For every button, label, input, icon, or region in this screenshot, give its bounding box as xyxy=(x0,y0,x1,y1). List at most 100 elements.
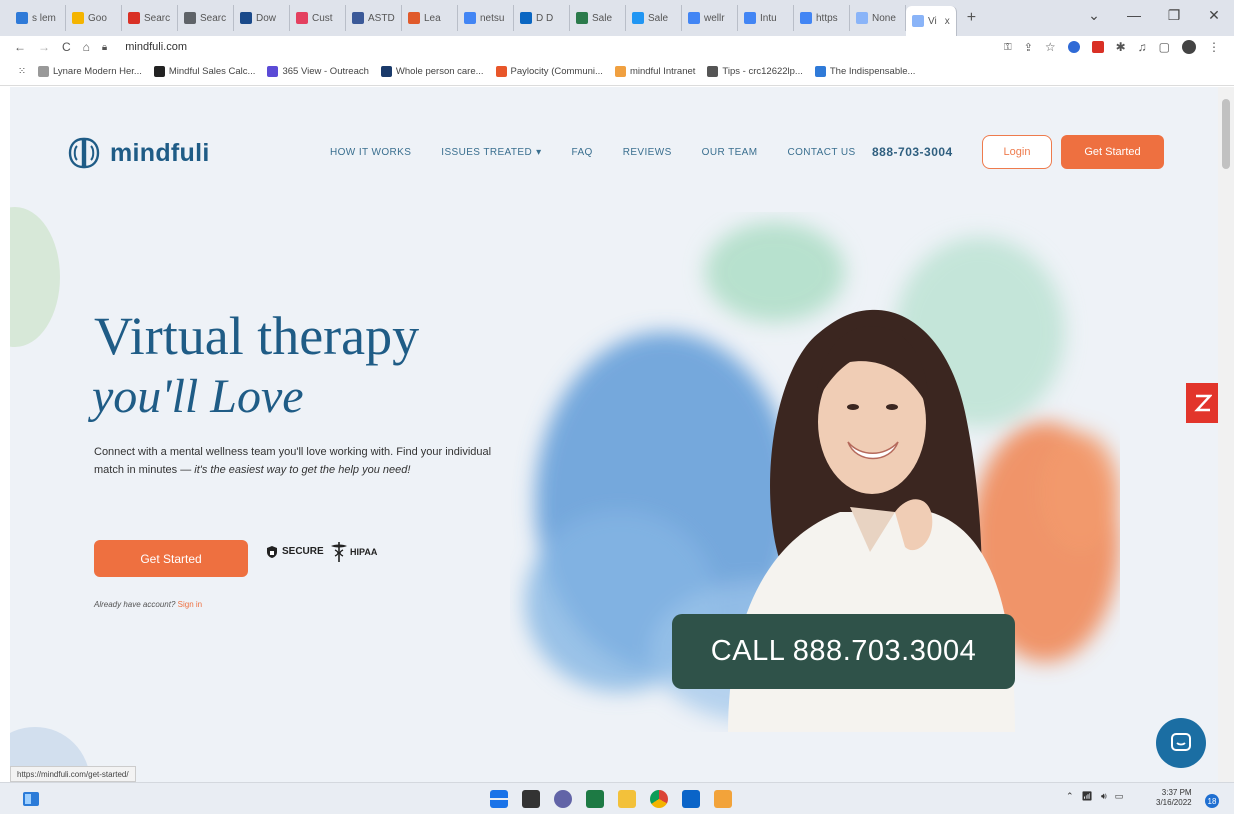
tab-label: None xyxy=(872,12,896,24)
share-icon[interactable]: ⇪ xyxy=(1024,41,1033,54)
tab-search-chevron-icon[interactable]: ⌄ xyxy=(1074,7,1114,24)
back-icon[interactable]: ← xyxy=(14,40,26,54)
tab-close-icon[interactable]: x xyxy=(945,16,950,27)
site-logo[interactable]: mindfuli xyxy=(66,135,210,171)
tab-label: netsu xyxy=(480,12,505,24)
header-get-started-button[interactable]: Get Started xyxy=(1061,135,1164,169)
media-icon[interactable]: ♫ xyxy=(1138,40,1147,54)
tab-label: ASTD xyxy=(368,12,395,24)
apps-icon[interactable]: ⁙ xyxy=(18,66,26,77)
chat-launcher-button[interactable] xyxy=(1156,718,1206,768)
bookmark-item[interactable]: The Indispensable... xyxy=(814,66,915,77)
menu-icon[interactable]: ⋮ xyxy=(1208,40,1220,54)
bookmark-item[interactable]: Mindful Sales Calc... xyxy=(153,66,255,77)
maximize-button[interactable]: ❐ xyxy=(1154,7,1194,24)
tab-label: wellr xyxy=(704,12,725,24)
tab-favicon xyxy=(632,12,644,24)
nav-link[interactable]: ISSUES TREATED ▾ xyxy=(441,147,541,158)
bookmark-item[interactable]: Lynare Modern Her... xyxy=(37,66,142,77)
tab-favicon xyxy=(856,12,868,24)
bookmark-item[interactable]: mindful Intranet xyxy=(614,66,695,77)
close-window-button[interactable]: ✕ xyxy=(1194,7,1234,24)
zoho-z-icon xyxy=(1194,394,1212,412)
nav-link[interactable]: REVIEWS xyxy=(623,147,672,158)
browser-tab[interactable]: Goo xyxy=(66,5,122,31)
nav-link[interactable]: FAQ xyxy=(572,147,593,158)
nav-link[interactable]: HOW IT WORKS xyxy=(330,147,411,158)
widgets-icon[interactable] xyxy=(22,791,40,807)
scrollbar-thumb[interactable] xyxy=(1222,99,1230,169)
brain-logo-icon xyxy=(68,137,100,169)
key-icon[interactable]: ⚿ xyxy=(1004,42,1012,53)
tab-label: Searc xyxy=(144,12,171,24)
extension-icon[interactable] xyxy=(1067,41,1080,53)
bookmark-item[interactable]: 365 View - Outreach xyxy=(267,66,369,77)
browser-tab[interactable]: Sale xyxy=(570,5,626,31)
browser-tab[interactable]: https xyxy=(794,5,850,31)
browser-tab[interactable]: netsu xyxy=(458,5,514,31)
browser-tab[interactable]: s lem xyxy=(10,5,66,31)
puzzle-icon[interactable]: ✱ xyxy=(1116,40,1126,54)
browser-tab[interactable]: ASTD xyxy=(346,5,402,31)
extension-icon[interactable] xyxy=(1091,41,1104,53)
reload-icon[interactable]: C xyxy=(62,40,71,54)
lock-icon[interactable]: 🔒︎ xyxy=(102,42,107,53)
browser-tab[interactable]: D D xyxy=(514,5,570,31)
browser-tab[interactable]: Sale xyxy=(626,5,682,31)
tab-favicon xyxy=(184,12,196,24)
excel-icon[interactable] xyxy=(586,790,604,808)
notification-badge[interactable]: 18 xyxy=(1205,794,1219,808)
browser-tab[interactable]: Intu xyxy=(738,5,794,31)
tab-favicon xyxy=(352,12,364,24)
call-phone-banner[interactable]: CALL 888.703.3004 xyxy=(672,614,1015,689)
page-scrollbar[interactable] xyxy=(1218,87,1234,782)
zoho-sales-iq-tab[interactable] xyxy=(1186,383,1218,423)
chrome-icon[interactable] xyxy=(650,790,668,808)
tray-chevron-icon[interactable]: ⌃ xyxy=(1066,791,1074,802)
shield-lock-icon xyxy=(267,546,277,558)
browser-tab[interactable]: Searc xyxy=(122,5,178,31)
login-button[interactable]: Login xyxy=(982,135,1052,169)
minimize-button[interactable]: — xyxy=(1114,7,1154,23)
bookmark-item[interactable]: Paylocity (Communi... xyxy=(495,66,603,77)
hero-description: Connect with a mental wellness team you'… xyxy=(94,443,494,479)
teams-chat-icon[interactable] xyxy=(554,790,572,808)
url-field[interactable]: mindfuli.com xyxy=(125,41,187,53)
active-tab[interactable]: Vi x xyxy=(906,6,957,36)
address-bar-row: ← → C ⌂ 🔒︎ mindfuli.com ⚿ ⇪ ☆ ✱ ♫ ▢ ⋮ xyxy=(0,36,1234,58)
header-phone-link[interactable]: 888-703-3004 xyxy=(872,145,953,159)
browser-tab[interactable]: Dow xyxy=(234,5,290,31)
browser-tab[interactable]: wellr xyxy=(682,5,738,31)
nav-link[interactable]: OUR TEAM xyxy=(702,147,758,158)
paint-icon[interactable] xyxy=(714,790,732,808)
volume-icon[interactable]: 🔊︎ xyxy=(1101,791,1107,802)
taskbar-apps xyxy=(490,790,732,808)
browser-tab[interactable]: Lea xyxy=(402,5,458,31)
nav-link[interactable]: CONTACT US xyxy=(787,147,855,158)
bookmark-item[interactable]: Tips - crc12622lp... xyxy=(707,66,803,77)
battery-icon[interactable]: ▭ xyxy=(1115,791,1124,802)
start-icon[interactable] xyxy=(490,790,508,808)
outlook-icon[interactable] xyxy=(682,790,700,808)
hero-get-started-button[interactable]: Get Started xyxy=(94,540,248,577)
file-explorer-icon[interactable] xyxy=(618,790,636,808)
task-view-icon[interactable] xyxy=(522,790,540,808)
new-tab-button[interactable]: + xyxy=(957,9,986,27)
browser-tab[interactable]: None xyxy=(850,5,906,31)
nav-link-label: FAQ xyxy=(571,147,593,158)
avatar[interactable] xyxy=(1182,40,1196,54)
bookmark-favicon xyxy=(707,66,719,77)
star-icon[interactable]: ☆ xyxy=(1045,40,1056,54)
browser-tab[interactable]: Cust xyxy=(290,5,346,31)
sidepanel-icon[interactable]: ▢ xyxy=(1159,40,1170,54)
signin-link[interactable]: Sign in xyxy=(178,600,202,609)
mindfuli-favicon xyxy=(912,15,924,27)
toolbar-icons: ⚿ ⇪ ☆ ✱ ♫ ▢ ⋮ xyxy=(1004,40,1234,54)
forward-icon[interactable]: → xyxy=(38,40,50,54)
taskbar-clock[interactable]: 3:37 PM 3/16/2022 xyxy=(1156,788,1192,808)
wifi-icon[interactable]: 📶︎ xyxy=(1082,791,1093,802)
browser-tab[interactable]: Searc xyxy=(178,5,234,31)
home-icon[interactable]: ⌂ xyxy=(83,40,90,54)
bookmark-item[interactable]: Whole person care... xyxy=(380,66,484,77)
bookmarks-bar: ⁙ Lynare Modern Her... Mindful Sales Calc.… xyxy=(0,58,1234,86)
